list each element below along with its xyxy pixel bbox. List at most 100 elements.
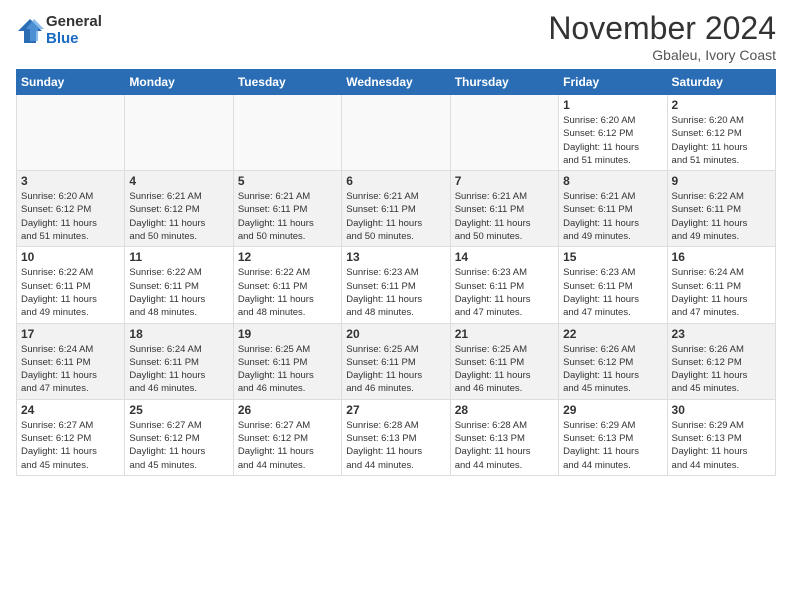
day-number: 7	[455, 174, 554, 188]
day-number: 16	[672, 250, 771, 264]
day-number: 18	[129, 327, 228, 341]
table-row: 14Sunrise: 6:23 AM Sunset: 6:11 PM Dayli…	[450, 247, 558, 323]
header-wednesday: Wednesday	[342, 70, 450, 95]
day-info: Sunrise: 6:28 AM Sunset: 6:13 PM Dayligh…	[455, 419, 554, 472]
day-number: 5	[238, 174, 337, 188]
table-row: 8 Sunrise: 6:21 AM Sunset: 6:11 PM Daylig…	[559, 171, 667, 247]
day-number: 8	[563, 174, 662, 188]
header-tuesday: Tuesday	[233, 70, 341, 95]
calendar-container: General Blue November 2024 Gbaleu, Ivory…	[0, 0, 792, 486]
location-subtitle: Gbaleu, Ivory Coast	[548, 47, 776, 63]
table-row: 17 Sunrise: 6:24 AM Sunset: 6:11 PM Dayli…	[17, 323, 125, 399]
table-row	[17, 95, 125, 171]
day-info: Sunrise: 6:28 AM Sunset: 6:13 PM Dayligh…	[346, 419, 445, 472]
table-row: 12 Sunrise: 6:22 AM Sunset: 6:11 PM Dayli…	[233, 247, 341, 323]
header-monday: Monday	[125, 70, 233, 95]
table-row: 5 Sunrise: 6:21 AM Sunset: 6:11 PM Daylig…	[233, 171, 341, 247]
day-number: 2	[672, 98, 771, 112]
table-row: 24Sunrise: 6:27 AM Sunset: 6:12 PM Dayli…	[17, 399, 125, 475]
table-row: 15 Sunrise: 6:23 AM Sunset: 6:11 PM Dayli…	[559, 247, 667, 323]
day-number: 10	[21, 250, 120, 264]
day-info: Sunrise: 6:25 AM Sunset: 6:11 PM Dayligh…	[455, 343, 554, 396]
calendar-week-row: 24Sunrise: 6:27 AM Sunset: 6:12 PM Dayli…	[17, 399, 776, 475]
day-info: Sunrise: 6:26 AM Sunset: 6:12 PM Dayligh…	[563, 343, 662, 396]
header-thursday: Thursday	[450, 70, 558, 95]
day-number: 21	[455, 327, 554, 341]
day-info: Sunrise: 6:26 AM Sunset: 6:12 PM Dayligh…	[672, 343, 771, 396]
day-number: 19	[238, 327, 337, 341]
day-info: Sunrise: 6:23 AM Sunset: 6:11 PM Dayligh…	[455, 266, 554, 319]
table-row: 28 Sunrise: 6:28 AM Sunset: 6:13 PM Dayli…	[450, 399, 558, 475]
table-row: 21 Sunrise: 6:25 AM Sunset: 6:11 PM Dayli…	[450, 323, 558, 399]
day-info: Sunrise: 6:20 AM Sunset: 6:12 PM Dayligh…	[563, 114, 662, 167]
day-number: 20	[346, 327, 445, 341]
day-number: 17	[21, 327, 120, 341]
day-number: 25	[129, 403, 228, 417]
day-info: Sunrise: 6:21 AM Sunset: 6:11 PM Dayligh…	[563, 190, 662, 243]
day-number: 28	[455, 403, 554, 417]
calendar-table: Sunday Monday Tuesday Wednesday Thursday…	[16, 69, 776, 476]
day-info: Sunrise: 6:21 AM Sunset: 6:12 PM Dayligh…	[129, 190, 228, 243]
day-info: Sunrise: 6:21 AM Sunset: 6:11 PM Dayligh…	[346, 190, 445, 243]
day-info: Sunrise: 6:24 AM Sunset: 6:11 PM Dayligh…	[21, 343, 120, 396]
day-info: Sunrise: 6:25 AM Sunset: 6:11 PM Dayligh…	[238, 343, 337, 396]
day-info: Sunrise: 6:29 AM Sunset: 6:13 PM Dayligh…	[672, 419, 771, 472]
day-info: Sunrise: 6:22 AM Sunset: 6:11 PM Dayligh…	[672, 190, 771, 243]
day-info: Sunrise: 6:27 AM Sunset: 6:12 PM Dayligh…	[238, 419, 337, 472]
logo: General Blue	[16, 14, 102, 47]
day-info: Sunrise: 6:22 AM Sunset: 6:11 PM Dayligh…	[129, 266, 228, 319]
logo-general: General	[46, 14, 102, 31]
day-number: 26	[238, 403, 337, 417]
day-info: Sunrise: 6:24 AM Sunset: 6:11 PM Dayligh…	[672, 266, 771, 319]
table-row: 6 Sunrise: 6:21 AM Sunset: 6:11 PM Daylig…	[342, 171, 450, 247]
header-row-days: Sunday Monday Tuesday Wednesday Thursday…	[17, 70, 776, 95]
day-info: Sunrise: 6:21 AM Sunset: 6:11 PM Dayligh…	[455, 190, 554, 243]
day-info: Sunrise: 6:23 AM Sunset: 6:11 PM Dayligh…	[563, 266, 662, 319]
day-number: 12	[238, 250, 337, 264]
table-row	[342, 95, 450, 171]
table-row: 1Sunrise: 6:20 AM Sunset: 6:12 PM Daylig…	[559, 95, 667, 171]
table-row: 9Sunrise: 6:22 AM Sunset: 6:11 PM Daylig…	[667, 171, 775, 247]
table-row	[450, 95, 558, 171]
day-info: Sunrise: 6:20 AM Sunset: 6:12 PM Dayligh…	[21, 190, 120, 243]
calendar-week-row: 10 Sunrise: 6:22 AM Sunset: 6:11 PM Dayli…	[17, 247, 776, 323]
day-info: Sunrise: 6:22 AM Sunset: 6:11 PM Dayligh…	[238, 266, 337, 319]
title-block: November 2024 Gbaleu, Ivory Coast	[548, 10, 776, 63]
table-row: 29 Sunrise: 6:29 AM Sunset: 6:13 PM Dayli…	[559, 399, 667, 475]
header-saturday: Saturday	[667, 70, 775, 95]
calendar-week-row: 3 Sunrise: 6:20 AM Sunset: 6:12 PM Daylig…	[17, 171, 776, 247]
day-number: 29	[563, 403, 662, 417]
day-info: Sunrise: 6:24 AM Sunset: 6:11 PM Dayligh…	[129, 343, 228, 396]
table-row: 20 Sunrise: 6:25 AM Sunset: 6:11 PM Dayli…	[342, 323, 450, 399]
day-number: 4	[129, 174, 228, 188]
day-info: Sunrise: 6:25 AM Sunset: 6:11 PM Dayligh…	[346, 343, 445, 396]
table-row: 2Sunrise: 6:20 AM Sunset: 6:12 PM Daylig…	[667, 95, 775, 171]
day-number: 30	[672, 403, 771, 417]
day-number: 11	[129, 250, 228, 264]
table-row: 23 Sunrise: 6:26 AM Sunset: 6:12 PM Dayli…	[667, 323, 775, 399]
day-info: Sunrise: 6:27 AM Sunset: 6:12 PM Dayligh…	[129, 419, 228, 472]
day-number: 23	[672, 327, 771, 341]
table-row: 22 Sunrise: 6:26 AM Sunset: 6:12 PM Dayli…	[559, 323, 667, 399]
table-row: 3 Sunrise: 6:20 AM Sunset: 6:12 PM Daylig…	[17, 171, 125, 247]
day-number: 6	[346, 174, 445, 188]
day-info: Sunrise: 6:27 AM Sunset: 6:12 PM Dayligh…	[21, 419, 120, 472]
day-number: 22	[563, 327, 662, 341]
table-row: 18 Sunrise: 6:24 AM Sunset: 6:11 PM Dayli…	[125, 323, 233, 399]
table-row: 16 Sunrise: 6:24 AM Sunset: 6:11 PM Dayli…	[667, 247, 775, 323]
table-row	[233, 95, 341, 171]
table-row: 7 Sunrise: 6:21 AM Sunset: 6:11 PM Daylig…	[450, 171, 558, 247]
day-number: 3	[21, 174, 120, 188]
day-info: Sunrise: 6:29 AM Sunset: 6:13 PM Dayligh…	[563, 419, 662, 472]
day-number: 27	[346, 403, 445, 417]
table-row: 11 Sunrise: 6:22 AM Sunset: 6:11 PM Dayli…	[125, 247, 233, 323]
calendar-week-row: 17 Sunrise: 6:24 AM Sunset: 6:11 PM Dayli…	[17, 323, 776, 399]
month-title: November 2024	[548, 10, 776, 47]
table-row: 19 Sunrise: 6:25 AM Sunset: 6:11 PM Dayli…	[233, 323, 341, 399]
day-number: 15	[563, 250, 662, 264]
day-info: Sunrise: 6:21 AM Sunset: 6:11 PM Dayligh…	[238, 190, 337, 243]
calendar-week-row: 1Sunrise: 6:20 AM Sunset: 6:12 PM Daylig…	[17, 95, 776, 171]
table-row: 10 Sunrise: 6:22 AM Sunset: 6:11 PM Dayli…	[17, 247, 125, 323]
day-info: Sunrise: 6:22 AM Sunset: 6:11 PM Dayligh…	[21, 266, 120, 319]
logo-blue: Blue	[46, 31, 102, 48]
